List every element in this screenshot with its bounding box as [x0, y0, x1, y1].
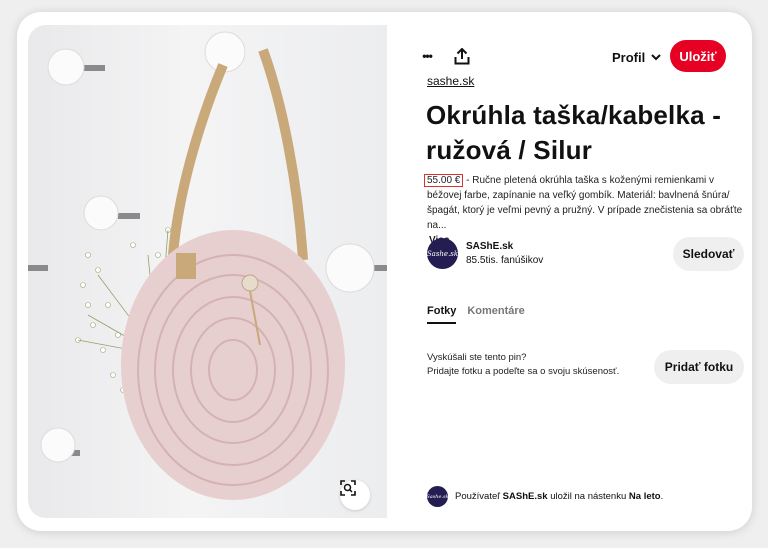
tabs: Fotky Komentáre: [427, 305, 525, 324]
footer-avatar-logo: Sashe.sk: [426, 493, 449, 500]
saved-by-footer: Sashe.sk Používateľ SAShE.sk uložil na n…: [426, 486, 664, 507]
author-name[interactable]: SAShE.sk: [466, 240, 543, 254]
author-block: Sashe.sk SAShE.sk 85.5tis. fanúšikov: [427, 238, 543, 269]
share-button[interactable]: [447, 41, 477, 71]
source-link[interactable]: sashe.sk: [427, 74, 474, 88]
pin-title: Okrúhla taška/kabelka - ružová / Silur: [426, 100, 722, 165]
bag-photo: [28, 31, 387, 500]
tab-photos[interactable]: Fotky: [427, 305, 457, 324]
footer-avatar[interactable]: Sashe.sk: [426, 486, 449, 507]
add-photo-button[interactable]: Pridať fotku: [654, 350, 744, 384]
avatar[interactable]: Sashe.sk: [427, 238, 458, 269]
tried-question: Vyskúšali ste tento pin?: [427, 352, 527, 363]
follower-count: 85.5tis. fanúšikov: [466, 254, 544, 266]
tab-comments[interactable]: Komentáre: [467, 305, 524, 324]
footer-suffix: .: [660, 491, 664, 502]
visual-search-icon: [340, 480, 356, 496]
pin-details: ••• Profil Uložiť sashe.sk Okrúhla taška…: [410, 12, 752, 531]
footer-prefix: Používateľ: [455, 491, 501, 502]
footer-user-link[interactable]: SAShE.sk: [503, 491, 548, 502]
avatar-logo-text: Sashe.sk: [426, 249, 459, 258]
more-dots-icon: •••: [422, 49, 433, 63]
footer-board-link[interactable]: Na leto: [629, 491, 661, 502]
save-button[interactable]: Uložiť: [670, 40, 726, 72]
price-tag: 55.00 €: [424, 174, 464, 187]
profile-dropdown[interactable]: Profil: [612, 50, 661, 65]
pin-card: ••• Profil Uložiť sashe.sk Okrúhla taška…: [17, 12, 752, 531]
more-options-button[interactable]: •••: [412, 41, 442, 71]
tried-prompt: Vyskúšali ste tento pin? Pridajte fotku …: [427, 351, 619, 379]
visual-search-button[interactable]: [340, 480, 370, 510]
pin-image[interactable]: [28, 25, 387, 518]
follow-button[interactable]: Sledovať: [673, 237, 744, 271]
tried-subtext: Pridajte fotku a podeľte sa o svoju skús…: [427, 366, 620, 377]
description-text: - Ručne pletená okrúhla taška s koženými…: [427, 175, 743, 231]
footer-middle: uložil na nástenku: [550, 491, 627, 502]
chevron-down-icon: [651, 54, 661, 61]
share-upload-icon: [454, 47, 470, 64]
profile-label: Profil: [612, 50, 646, 65]
